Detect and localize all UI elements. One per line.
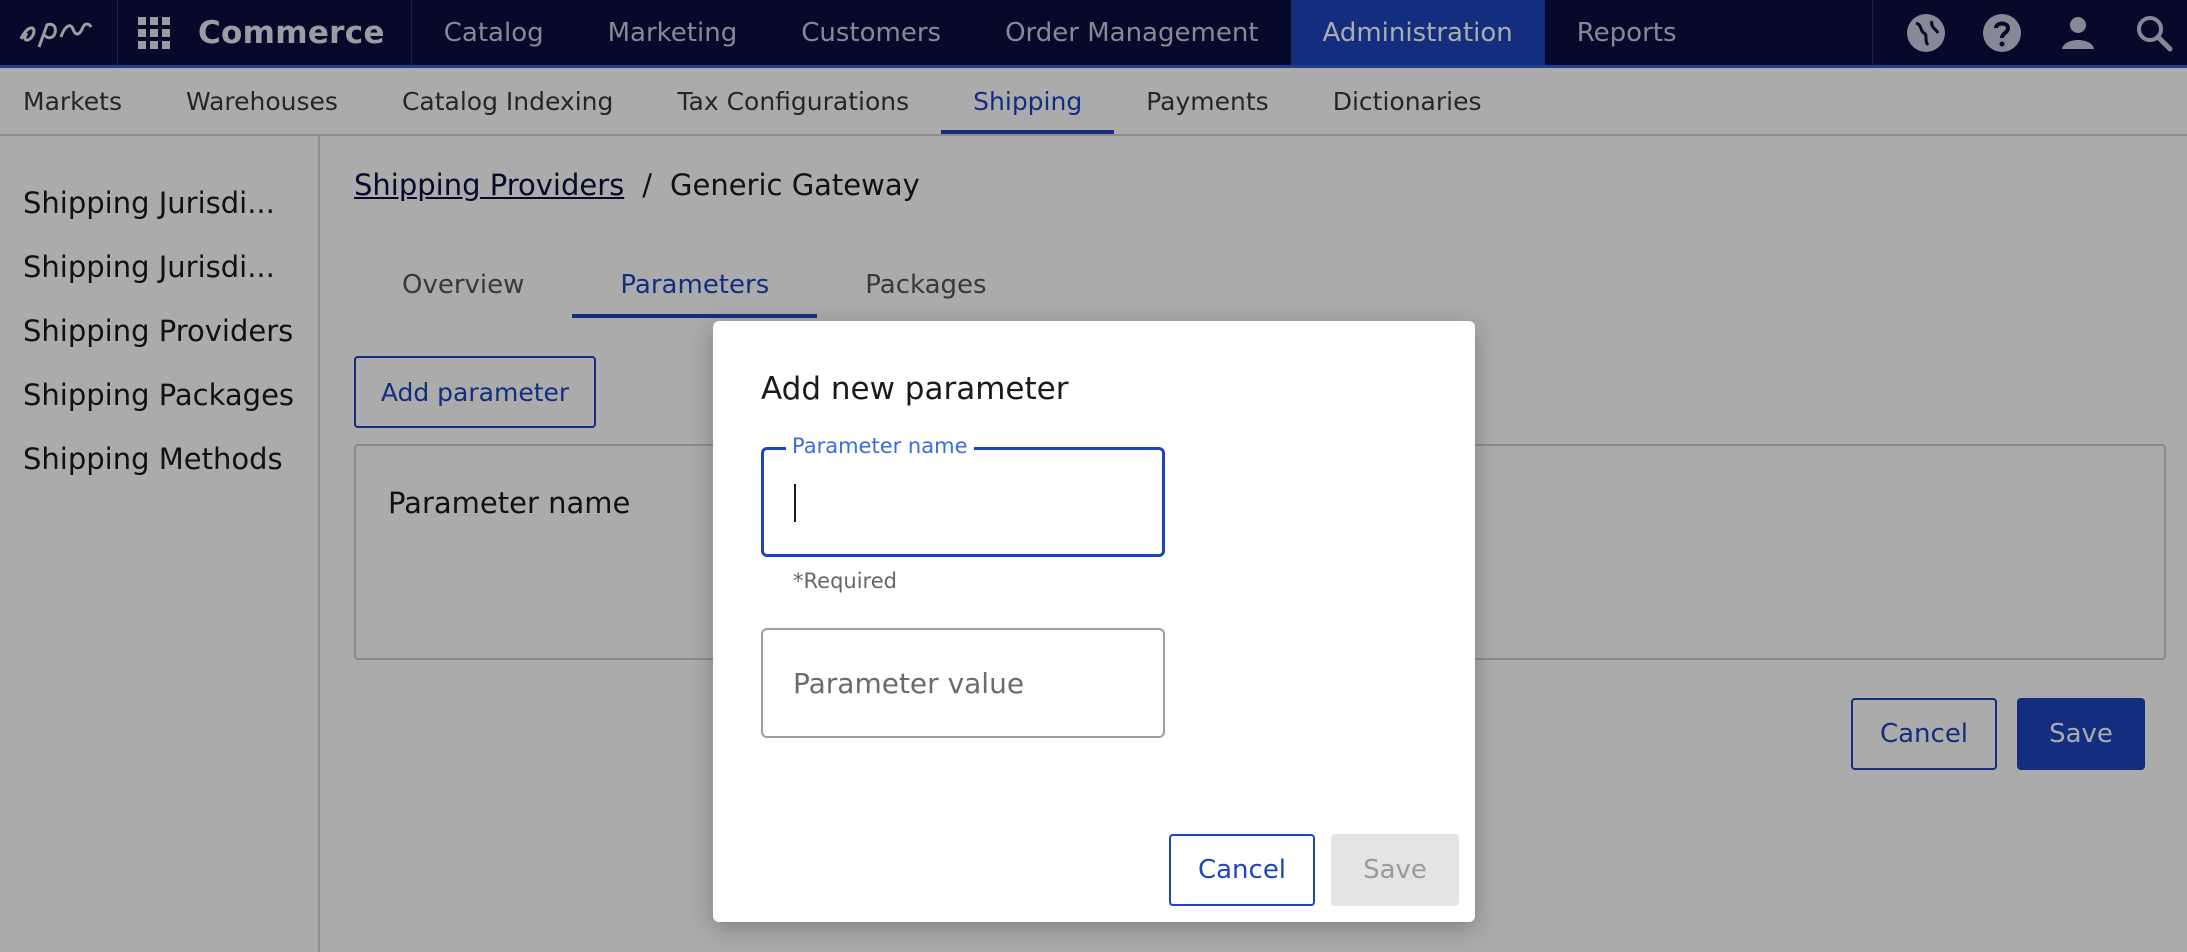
parameter-value-input[interactable] xyxy=(763,630,1163,736)
parameter-value-field[interactable] xyxy=(761,628,1165,738)
add-parameter-dialog: Add new parameter Parameter name *Requir… xyxy=(713,321,1475,922)
dialog-title: Add new parameter xyxy=(761,371,1069,407)
dialog-save-button[interactable]: Save xyxy=(1331,834,1459,906)
text-caret xyxy=(794,484,796,522)
dialog-cancel-button[interactable]: Cancel xyxy=(1169,834,1315,906)
parameter-name-input[interactable] xyxy=(764,450,1162,554)
parameter-name-field[interactable]: Parameter name xyxy=(761,434,1165,557)
required-helper-text: *Required xyxy=(793,569,897,593)
